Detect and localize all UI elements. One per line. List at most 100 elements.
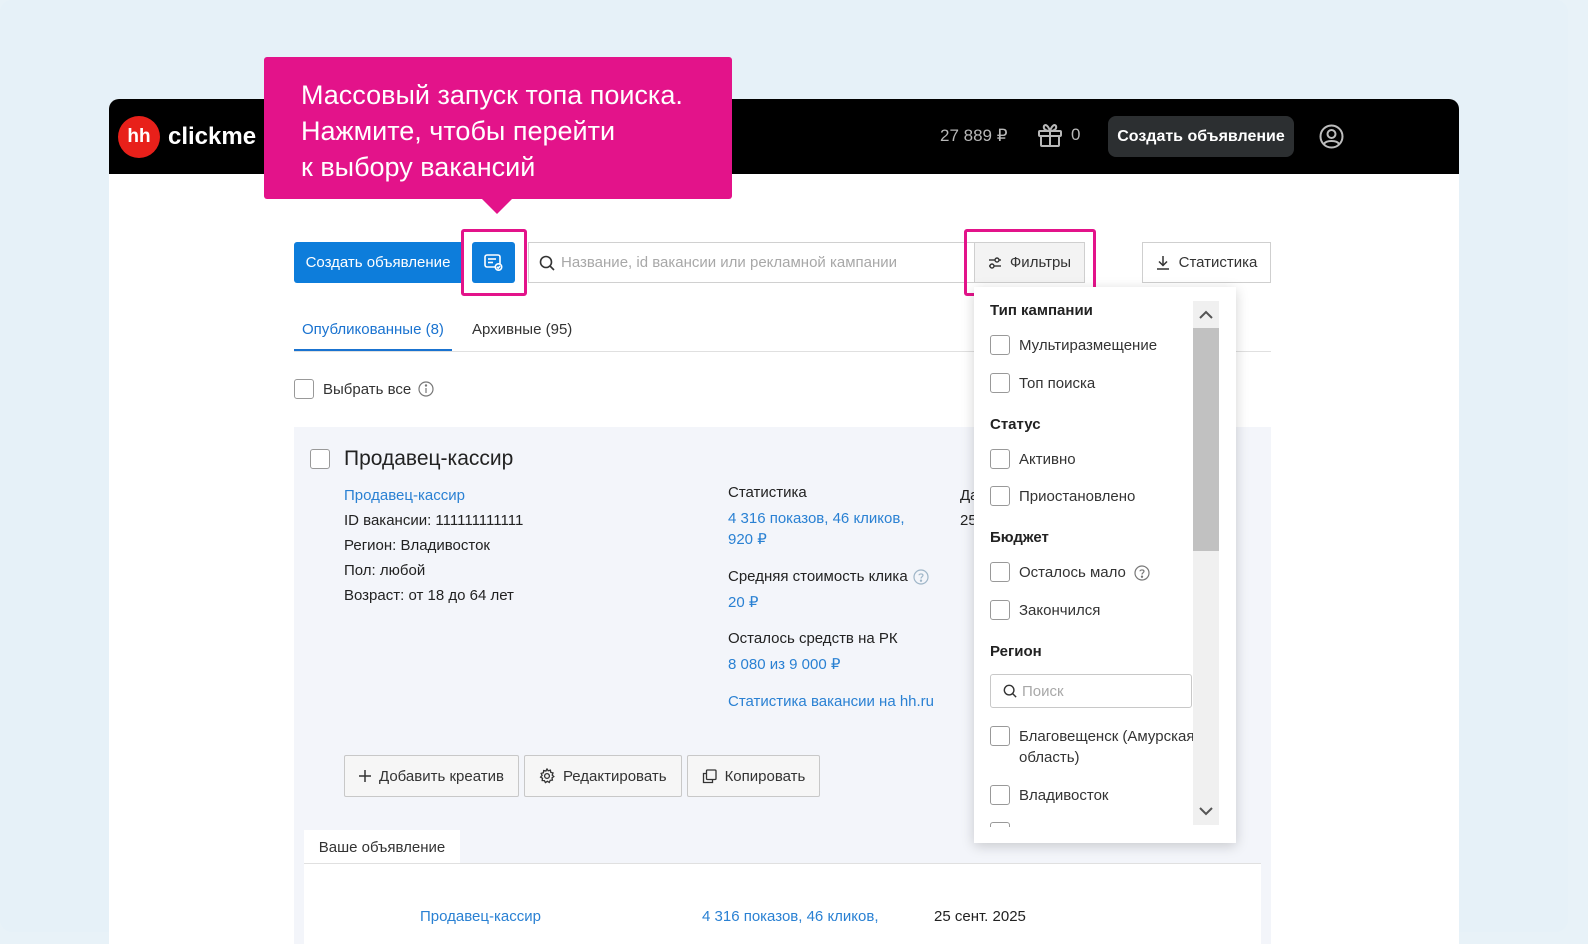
checkbox[interactable]: [990, 486, 1010, 506]
copy-button[interactable]: Копировать: [686, 755, 821, 797]
balance[interactable]: 27 889 ₽: [940, 126, 1008, 146]
vacancy-info: Продавец-кассир ID вакансии: 11111111111…: [344, 483, 523, 608]
region-search-placeholder: Поиск: [1022, 682, 1064, 700]
user-circle-icon: [1319, 124, 1344, 149]
checkbox[interactable]: [990, 373, 1010, 393]
search-field[interactable]: [528, 242, 978, 283]
select-all-label: Выбрать все: [323, 380, 412, 398]
search-icon: [539, 255, 555, 271]
filter-option-multiplacement[interactable]: Мультиразмещение: [990, 335, 1157, 356]
filter-option-region-blagoveshchensk[interactable]: Благовещенск (Амурская область): [990, 726, 1195, 768]
hh-stats-link[interactable]: Статистика вакансии на hh.ru: [728, 691, 938, 712]
scroll-down-button[interactable]: [1193, 798, 1219, 825]
filters-list: Тип кампании Мультиразмещение Топ поиска…: [990, 287, 1195, 827]
filter-option-label: Владивосток: [1019, 787, 1109, 804]
vacancy-link[interactable]: Продавец-кассир: [344, 483, 523, 508]
checkbox[interactable]: [990, 449, 1010, 469]
filters-label: Фильтры: [1009, 254, 1072, 271]
tab-published[interactable]: Опубликованные (8): [302, 321, 444, 338]
vacancy-id: ID вакансии: 111111111111: [344, 512, 524, 529]
ad-vacancy-link[interactable]: Продавец-кассир: [420, 908, 541, 925]
search-input[interactable]: [561, 254, 961, 271]
ad-date: 25 сент. 2025: [934, 908, 1026, 925]
filter-option-paused[interactable]: Приостановлено: [990, 486, 1135, 507]
ad-stats-link[interactable]: 4 316 показов, 46 кликов,: [702, 908, 879, 925]
scrollbar-thumb[interactable]: [1193, 328, 1219, 551]
filter-group-campaign-type: Тип кампании: [990, 302, 1093, 319]
cpc-label: Средняя стоимость клика: [728, 567, 938, 587]
tooltip-arrow: [482, 199, 512, 214]
cpc-label-text: Средняя стоимость клика: [728, 568, 908, 585]
region-search-input[interactable]: Поиск: [990, 674, 1192, 708]
checkbox[interactable]: [990, 335, 1010, 355]
onboarding-tooltip[interactable]: Массовый запуск топа поиска. Нажмите, чт…: [264, 57, 732, 199]
card-checkbox[interactable]: [310, 449, 330, 469]
plus-icon: [359, 770, 371, 782]
gift-icon: [1038, 124, 1062, 147]
filters-dropdown: Тип кампании Мультиразмещение Топ поиска…: [974, 287, 1236, 843]
help-icon[interactable]: [913, 569, 929, 585]
select-all[interactable]: Выбрать все: [294, 379, 434, 399]
filter-option-budget-over[interactable]: Закончился: [990, 600, 1100, 621]
vacancy-gender: Пол: любой: [344, 562, 426, 579]
tooltip-line-3: к выбору вакансий: [301, 152, 536, 182]
filter-option-label: Закончился: [1019, 602, 1101, 619]
filter-option-label: Осталось мало: [1019, 564, 1126, 581]
add-creative-button[interactable]: Добавить креатив: [344, 755, 519, 797]
vacancy-region: Регион: Владивосток: [344, 537, 490, 554]
copy-label: Копировать: [724, 767, 806, 785]
search-icon: [1003, 684, 1017, 698]
header-create-ad-button[interactable]: Создать объявление: [1108, 116, 1294, 157]
tooltip-line-1: Массовый запуск топа поиска.: [301, 80, 683, 110]
card-actions: Добавить креатив Редактировать Копироват…: [344, 755, 825, 797]
gifts[interactable]: 0: [1037, 123, 1080, 147]
create-ad-button[interactable]: Создать объявление: [294, 242, 462, 283]
filters-button[interactable]: Фильтры: [974, 242, 1085, 283]
checkbox[interactable]: [990, 600, 1010, 620]
stats-value-line1[interactable]: 4 316 показов, 46 кликов,: [728, 508, 938, 529]
stats-label: Статистика: [728, 484, 807, 501]
funds-value: 8 080 из 9 000 ₽: [728, 656, 841, 673]
ad-panel: Продавец-кассир 4 316 показов, 46 кликов…: [304, 863, 1261, 944]
info-icon[interactable]: [418, 381, 434, 397]
scroll-up-button[interactable]: [1193, 301, 1219, 328]
filter-option-label: Благовещенск (Амурская область): [1019, 728, 1195, 766]
stats-value-line2[interactable]: 920 ₽: [728, 529, 938, 550]
logo[interactable]: hh clickme: [118, 116, 256, 158]
filter-group-region: Регион: [990, 643, 1042, 660]
filter-option-top-search[interactable]: Топ поиска: [990, 373, 1095, 394]
filter-option-active[interactable]: Активно: [990, 449, 1076, 470]
tab-your-ad[interactable]: Ваше объявление: [304, 830, 460, 864]
checkbox[interactable]: [990, 562, 1010, 582]
checkbox[interactable]: [990, 785, 1010, 805]
filter-option-label: Топ поиска: [1019, 375, 1096, 392]
logo-text: clickme: [168, 123, 257, 150]
filter-option-label: Активно: [1019, 451, 1076, 468]
logo-badge: hh: [118, 116, 160, 158]
sliders-icon: [988, 256, 1001, 269]
gear-icon: [539, 768, 555, 784]
filter-option-region-vladivostok[interactable]: Владивосток: [990, 785, 1108, 806]
help-icon[interactable]: [1134, 565, 1150, 581]
filter-option-label: Приостановлено: [1019, 488, 1136, 505]
checkbox[interactable]: [990, 726, 1010, 746]
download-icon: [1156, 256, 1169, 270]
filter-option-low-budget[interactable]: Осталось мало: [990, 562, 1150, 583]
cpc-value: 20 ₽: [728, 594, 759, 611]
add-creative-label: Добавить креатив: [379, 767, 504, 785]
campaign-stats: Статистика 4 316 показов, 46 кликов, 920…: [728, 483, 938, 712]
chevron-up-icon: [1199, 310, 1213, 319]
checkbox: [990, 822, 1010, 827]
edit-button[interactable]: Редактировать: [523, 755, 682, 797]
filters-scrollbar[interactable]: [1193, 301, 1219, 825]
statistics-download-button[interactable]: Статистика: [1142, 242, 1271, 283]
profile-button[interactable]: [1319, 124, 1344, 154]
active-tab-indicator: [294, 349, 452, 351]
select-all-checkbox[interactable]: [294, 379, 314, 399]
filter-group-status: Статус: [990, 416, 1041, 433]
card-title: Продавец-кассир: [344, 447, 514, 470]
card-title-row: Продавец-кассир: [310, 447, 513, 471]
tooltip-line-2: Нажмите, чтобы перейти: [301, 116, 616, 146]
tab-archive[interactable]: Архивные (95): [472, 321, 572, 338]
mass-launch-button[interactable]: [472, 242, 515, 283]
